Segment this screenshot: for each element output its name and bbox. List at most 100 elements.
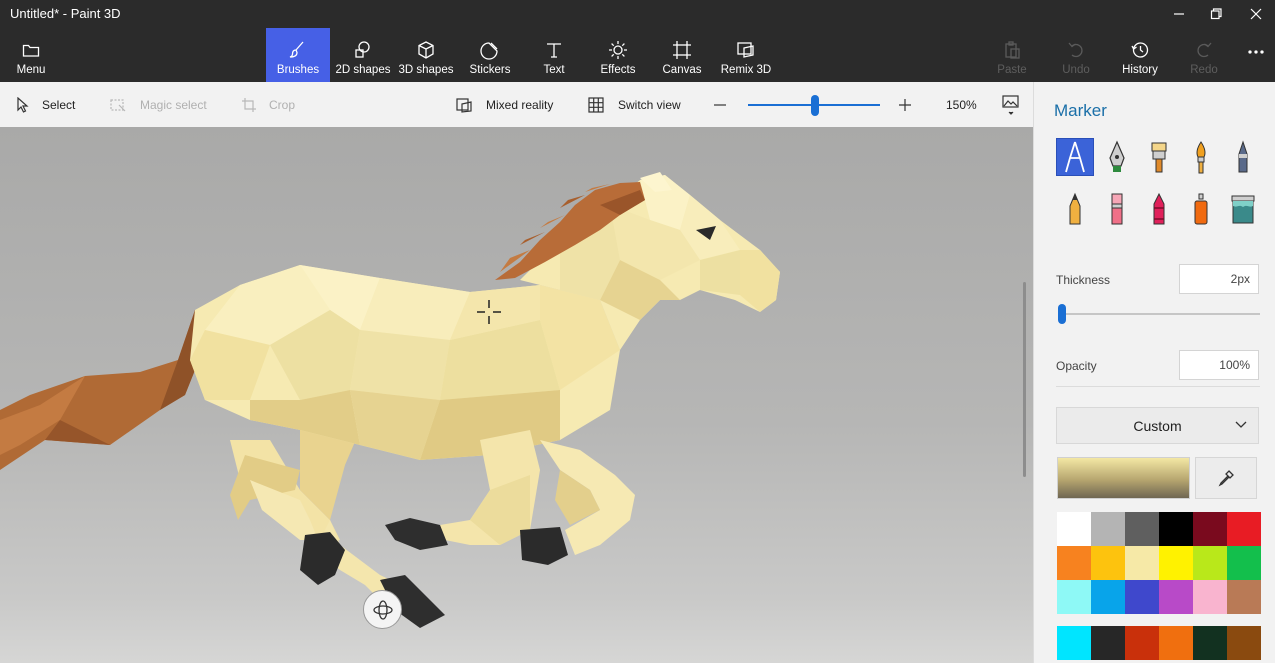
- brushes-panel: Marker Thickness 2px Opacity 100% Custom: [1033, 82, 1275, 663]
- crop-button[interactable]: Crop: [241, 82, 295, 127]
- redo-label: Redo: [1190, 64, 1218, 76]
- pencil-icon: [1069, 192, 1081, 225]
- spray-can-tool[interactable]: [1182, 190, 1220, 228]
- tab-remix-3d[interactable]: Remix 3D: [716, 28, 776, 82]
- eyedropper-button[interactable]: [1195, 457, 1257, 499]
- rotate-gizmo-button[interactable]: [363, 590, 402, 629]
- zoom-in-button[interactable]: [897, 82, 913, 127]
- color-swatch[interactable]: [1057, 512, 1091, 546]
- tab-2d-shapes[interactable]: 2D shapes: [333, 28, 393, 82]
- color-swatch[interactable]: [1091, 546, 1125, 580]
- tab-effects-label: Effects: [600, 64, 636, 76]
- watercolor-tool[interactable]: [1182, 138, 1220, 176]
- thickness-slider-thumb[interactable]: [1058, 304, 1066, 324]
- cursor-icon: [17, 96, 29, 113]
- pixel-pen-tool[interactable]: [1224, 138, 1262, 176]
- drawing-canvas[interactable]: [0, 127, 1033, 663]
- eyedropper-icon: [1218, 470, 1234, 487]
- select-button[interactable]: Select: [16, 82, 75, 127]
- tab-text-label: Text: [543, 64, 565, 76]
- paste-label: Paste: [997, 64, 1027, 76]
- vertical-scrollbar[interactable]: [1023, 282, 1026, 477]
- color-swatch[interactable]: [1227, 512, 1261, 546]
- history-icon: [1131, 42, 1149, 58]
- title-bar: Untitled* - Paint 3D: [0, 0, 1275, 28]
- pencil-tool[interactable]: [1056, 190, 1094, 228]
- oil-brush-tool[interactable]: [1140, 138, 1178, 176]
- thickness-slider-track[interactable]: [1058, 313, 1260, 315]
- panel-divider: [1056, 386, 1260, 387]
- paste-button[interactable]: Paste: [990, 28, 1034, 82]
- marker-icon: [1065, 141, 1085, 173]
- color-swatch[interactable]: [1193, 580, 1227, 614]
- color-swatch[interactable]: [1125, 580, 1159, 614]
- color-swatch[interactable]: [1193, 546, 1227, 580]
- color-swatch[interactable]: [1227, 546, 1261, 580]
- crayon-tool[interactable]: [1140, 190, 1178, 228]
- zoom-slider-thumb[interactable]: [811, 95, 819, 116]
- opacity-input[interactable]: 100%: [1179, 350, 1259, 380]
- history-label: History: [1122, 64, 1158, 76]
- tab-canvas[interactable]: Canvas: [656, 28, 708, 82]
- magic-select-button[interactable]: Magic select: [110, 82, 207, 127]
- remix-3d-icon: [737, 42, 754, 58]
- calligraphy-pen-tool[interactable]: [1098, 138, 1136, 176]
- color-mode-dropdown[interactable]: Custom: [1056, 407, 1259, 444]
- calligraphy-pen-icon: [1109, 140, 1125, 172]
- color-swatch[interactable]: [1125, 626, 1159, 660]
- stickers-icon: [480, 42, 498, 60]
- history-button[interactable]: History: [1116, 28, 1164, 82]
- maximize-icon: [1210, 8, 1222, 20]
- 3d-shapes-icon: [418, 41, 434, 59]
- mixed-reality-icon: [456, 97, 472, 113]
- tab-effects[interactable]: Effects: [592, 28, 644, 82]
- marker-tool[interactable]: [1056, 138, 1094, 176]
- color-swatch[interactable]: [1227, 626, 1261, 660]
- close-button[interactable]: [1237, 0, 1275, 28]
- color-swatch[interactable]: [1091, 580, 1125, 614]
- color-swatch[interactable]: [1091, 626, 1125, 660]
- minimize-button[interactable]: [1160, 0, 1198, 28]
- switch-view-button[interactable]: Switch view: [588, 82, 681, 127]
- menu-label: Menu: [16, 64, 46, 76]
- color-swatch[interactable]: [1159, 626, 1193, 660]
- tab-text[interactable]: Text: [530, 28, 578, 82]
- color-swatch[interactable]: [1057, 546, 1091, 580]
- color-swatch[interactable]: [1057, 580, 1091, 614]
- maximize-button[interactable]: [1197, 0, 1235, 28]
- color-swatch[interactable]: [1159, 546, 1193, 580]
- tab-brushes[interactable]: Brushes: [266, 28, 330, 82]
- current-color-swatch[interactable]: [1057, 457, 1190, 499]
- fill-bucket-icon: [1231, 195, 1255, 224]
- color-swatch[interactable]: [1125, 546, 1159, 580]
- zoom-out-button[interactable]: [712, 82, 728, 127]
- minimize-icon: [1174, 13, 1184, 15]
- color-swatch[interactable]: [1159, 580, 1193, 614]
- color-swatch[interactable]: [1193, 512, 1227, 546]
- panel-title: Marker: [1054, 101, 1107, 120]
- spray-can-icon: [1194, 193, 1208, 225]
- color-swatch[interactable]: [1057, 626, 1091, 660]
- color-swatch[interactable]: [1125, 512, 1159, 546]
- more-options-button[interactable]: [1240, 28, 1272, 82]
- view-options-button[interactable]: [1002, 82, 1020, 127]
- color-swatch[interactable]: [1193, 626, 1227, 660]
- tab-3d-shapes-label: 3D shapes: [398, 64, 454, 76]
- close-icon: [1250, 8, 1262, 20]
- horse-body: [190, 265, 620, 460]
- tab-remix-3d-label: Remix 3D: [720, 64, 772, 76]
- thickness-input[interactable]: 2px: [1179, 264, 1259, 294]
- menu-button[interactable]: Menu: [0, 28, 62, 82]
- color-swatch[interactable]: [1159, 512, 1193, 546]
- eraser-icon: [1111, 193, 1123, 225]
- mixed-reality-button[interactable]: Mixed reality: [456, 82, 553, 127]
- tab-stickers[interactable]: Stickers: [462, 28, 518, 82]
- tab-3d-shapes[interactable]: 3D shapes: [396, 28, 456, 82]
- zoom-level[interactable]: 150%: [946, 82, 977, 127]
- eraser-tool[interactable]: [1098, 190, 1136, 228]
- color-swatch[interactable]: [1227, 580, 1261, 614]
- color-swatch[interactable]: [1091, 512, 1125, 546]
- redo-button[interactable]: Redo: [1182, 28, 1226, 82]
- undo-button[interactable]: Undo: [1054, 28, 1098, 82]
- fill-bucket-tool[interactable]: [1224, 190, 1262, 228]
